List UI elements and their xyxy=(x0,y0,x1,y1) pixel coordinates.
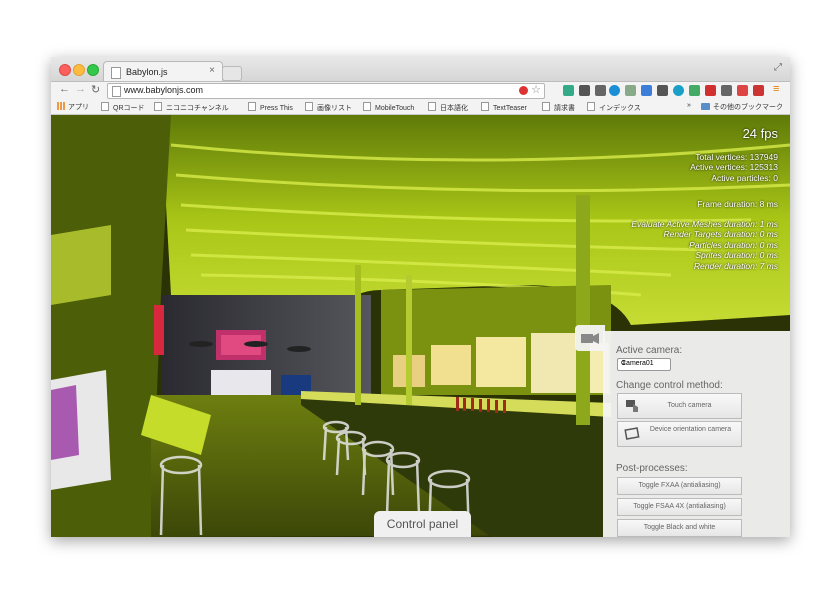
folder-icon xyxy=(701,103,710,110)
page-icon xyxy=(112,86,121,97)
window-minimize-button[interactable] xyxy=(73,64,85,76)
window-maximize-button[interactable] xyxy=(87,64,99,76)
back-icon[interactable]: ← xyxy=(59,83,70,95)
toggle-black-white-label: Toggle Black and white xyxy=(643,524,716,531)
page-icon xyxy=(481,102,489,111)
extension-icon[interactable] xyxy=(563,85,574,96)
stats-overlay: 24 fps Total vertices: 137949 Active ver… xyxy=(631,115,778,271)
camera-icon[interactable] xyxy=(575,325,605,351)
page-icon xyxy=(101,102,109,111)
url-text: www.babylonjs.com xyxy=(124,85,204,95)
fullscreen-icon[interactable]: ⤢ xyxy=(774,62,782,73)
menu-icon[interactable]: ≡ xyxy=(773,83,779,95)
page-icon xyxy=(154,102,162,111)
extension-icon[interactable] xyxy=(721,85,732,96)
bookmarks-more-button[interactable]: » xyxy=(687,102,691,109)
active-particles: Active particles: 0 xyxy=(711,172,778,183)
select-arrows-icon: ⇕ xyxy=(621,360,627,367)
page-icon xyxy=(542,102,550,111)
stop-icon[interactable] xyxy=(519,86,528,95)
render-duration: Render duration: 7 ms xyxy=(693,260,778,271)
extension-icon[interactable] xyxy=(641,85,652,96)
page-icon xyxy=(587,102,595,111)
extension-icon[interactable] xyxy=(737,85,748,96)
star-icon[interactable]: ☆ xyxy=(531,83,541,96)
control-panel-tab[interactable]: Control panel xyxy=(374,511,471,537)
new-tab-button[interactable] xyxy=(222,66,242,81)
bookmark-item[interactable]: ニコニコチャンネル xyxy=(154,102,229,113)
page-icon xyxy=(305,102,313,111)
bookmark-item[interactable]: インデックス xyxy=(587,102,641,113)
toggle-fxaa-button[interactable]: Toggle FXAA (antialiasing) xyxy=(617,477,742,495)
babylon-3d-canvas[interactable]: 24 fps Total vertices: 137949 Active ver… xyxy=(51,115,790,537)
bookmark-item[interactable]: 日本語化 xyxy=(428,102,468,113)
bookmark-item[interactable]: 画像リスト xyxy=(305,102,352,113)
extension-icon[interactable] xyxy=(753,85,764,96)
change-control-label: Change control method: xyxy=(616,380,723,391)
toggle-fsaa-button[interactable]: Toggle FSAA 4X (antialiasing) xyxy=(617,498,742,516)
toggle-fxaa-label: Toggle FXAA (antialiasing) xyxy=(638,482,721,489)
touch-camera-button[interactable]: Touch camera xyxy=(617,393,742,419)
bookmark-apps[interactable]: アプリ xyxy=(57,102,89,112)
extension-icon[interactable] xyxy=(579,85,590,96)
active-camera-label: Active camera: xyxy=(616,345,683,356)
page-icon xyxy=(363,102,371,111)
bookmark-item[interactable]: QRコード xyxy=(101,102,145,113)
title-bar: Babylon.js × ⤢ xyxy=(51,57,790,82)
sprites-duration: Sprites duration: 0 ms xyxy=(695,250,778,260)
active-vertices: Active vertices: 125313 xyxy=(690,162,778,172)
apps-icon xyxy=(57,102,65,110)
tab-title: Babylon.js xyxy=(126,67,168,77)
browser-tab[interactable]: Babylon.js × xyxy=(103,61,223,82)
bookmark-item[interactable]: MobileTouch xyxy=(363,102,414,112)
render-targets-duration: Render Targets duration: 0 ms xyxy=(663,229,779,239)
browser-window: Babylon.js × ⤢ ← → ↻ www.babylonjs.com ☆… xyxy=(51,57,790,537)
page-icon xyxy=(111,67,121,79)
extension-icon[interactable] xyxy=(595,85,606,96)
device-orientation-camera-label: Device orientation camera xyxy=(649,426,732,433)
particles-duration: Particles duration: 0 ms xyxy=(689,239,778,250)
extension-icon[interactable] xyxy=(689,85,700,96)
other-bookmarks[interactable]: その他のブックマーク xyxy=(701,102,783,112)
tab-close-icon[interactable]: × xyxy=(209,65,215,76)
camera-select[interactable]: Camera01 ⇕ xyxy=(617,358,671,371)
window-close-button[interactable] xyxy=(59,64,71,76)
bookmark-item[interactable]: Press This xyxy=(248,102,293,112)
frame-duration: Frame duration: 8 ms xyxy=(697,199,778,209)
evaluate-duration: Evaluate Active Meshes duration: 1 ms xyxy=(631,218,778,229)
extension-icon[interactable] xyxy=(705,85,716,96)
bookmark-item[interactable]: 請求書 xyxy=(542,102,575,113)
address-bar[interactable]: www.babylonjs.com ☆ xyxy=(107,83,545,99)
bookmark-item[interactable]: TextTeaser xyxy=(481,102,527,112)
forward-icon[interactable]: → xyxy=(75,83,86,95)
eyedropper-icon[interactable] xyxy=(625,85,636,96)
device-orientation-camera-button[interactable]: Device orientation camera xyxy=(617,421,742,447)
extension-icon[interactable] xyxy=(609,85,620,96)
control-panel: Active camera: Camera01 ⇕ Change control… xyxy=(575,325,790,537)
browser-toolbar: ← → ↻ www.babylonjs.com ☆ ≡ xyxy=(51,81,790,100)
reload-icon[interactable]: ↻ xyxy=(91,83,100,96)
toggle-black-white-button[interactable]: Toggle Black and white xyxy=(617,519,742,537)
fps-counter: 24 fps xyxy=(742,126,778,141)
post-processes-label: Post-processes: xyxy=(616,463,688,474)
bookmarks-bar: アプリ QRコード ニコニコチャンネル Press This 画像リスト Mob… xyxy=(51,99,790,115)
toggle-fsaa-label: Toggle FSAA 4X (antialiasing) xyxy=(633,503,726,510)
page-icon xyxy=(248,102,256,111)
extension-icon[interactable] xyxy=(673,85,684,96)
total-vertices: Total vertices: 137949 xyxy=(695,151,778,162)
page-icon xyxy=(428,102,436,111)
touch-camera-label: Touch camera xyxy=(667,402,712,409)
extension-icon[interactable] xyxy=(657,85,668,96)
